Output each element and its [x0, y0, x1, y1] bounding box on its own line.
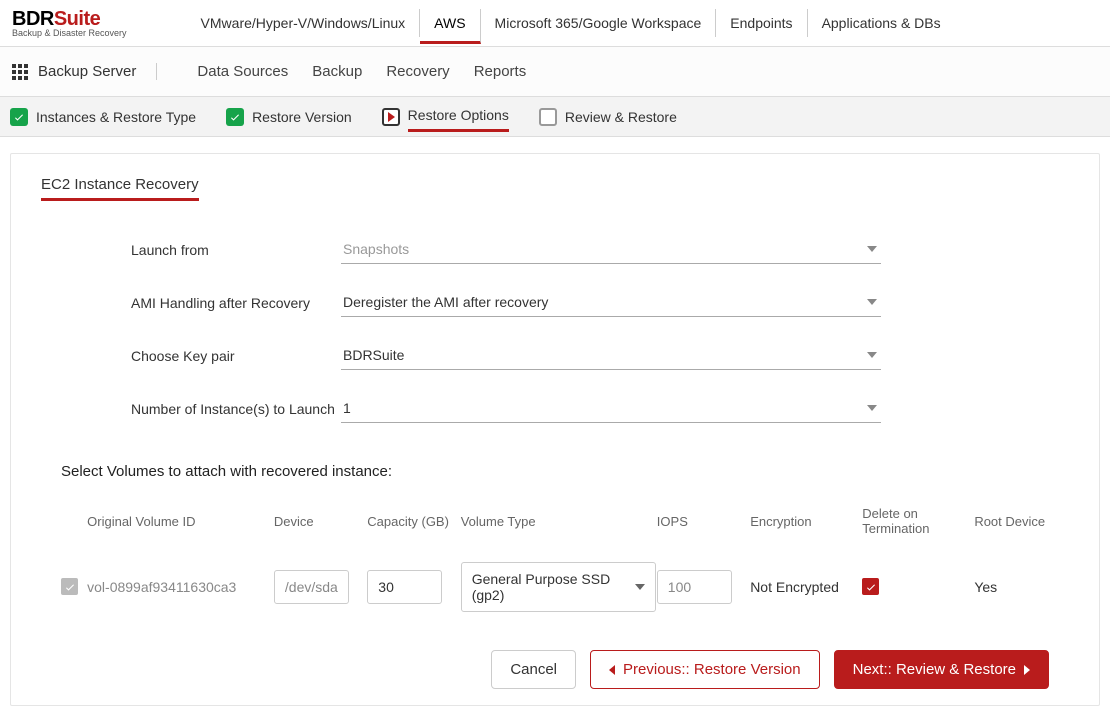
- apps-grid-icon[interactable]: [12, 64, 28, 80]
- select-ami-handling[interactable]: Deregister the AMI after recovery: [341, 288, 881, 317]
- tab-aws[interactable]: AWS: [420, 9, 480, 44]
- nav-reports[interactable]: Reports: [474, 63, 527, 80]
- next-button[interactable]: Next:: Review & Restore: [834, 650, 1049, 689]
- volumes-section-title: Select Volumes to attach with recovered …: [61, 463, 1069, 480]
- content-panel: EC2 Instance Recovery Launch from Snapsh…: [10, 153, 1100, 706]
- tab-apps-dbs[interactable]: Applications & DBs: [808, 9, 955, 37]
- label-keypair: Choose Key pair: [41, 348, 341, 364]
- nav-data-sources[interactable]: Data Sources: [197, 63, 288, 80]
- label-instance-count: Number of Instance(s) to Launch: [41, 401, 341, 417]
- chevron-down-icon: [867, 246, 877, 252]
- button-label: Next:: Review & Restore: [853, 661, 1016, 678]
- table-row: vol-0899af93411630ca3 General Purpose SS…: [41, 544, 1069, 630]
- select-value: General Purpose SSD (gp2): [472, 571, 635, 603]
- empty-box-icon: [539, 108, 557, 126]
- tab-ms365[interactable]: Microsoft 365/Google Workspace: [481, 9, 717, 37]
- th-encryption: Encryption: [750, 514, 862, 529]
- nav-recovery[interactable]: Recovery: [386, 63, 449, 80]
- label-ami-handling: AMI Handling after Recovery: [41, 295, 341, 311]
- step-label: Restore Version: [252, 109, 352, 125]
- top-nav: BDRSuite Backup & Disaster Recovery VMwa…: [0, 0, 1110, 46]
- table-header: Original Volume ID Device Capacity (GB) …: [41, 498, 1069, 544]
- step-restore-version[interactable]: Restore Version: [226, 108, 352, 126]
- row-ami-handling: AMI Handling after Recovery Deregister t…: [41, 276, 1069, 329]
- logo-subtitle: Backup & Disaster Recovery: [12, 28, 127, 38]
- row-keypair: Choose Key pair BDRSuite: [41, 329, 1069, 382]
- row-checkbox[interactable]: [61, 578, 78, 595]
- select-launch-from[interactable]: Snapshots: [341, 235, 881, 264]
- device-input[interactable]: [274, 570, 349, 604]
- cell-volume-id: vol-0899af93411630ca3: [87, 579, 274, 595]
- check-icon: [226, 108, 244, 126]
- tab-vmware[interactable]: VMware/Hyper-V/Windows/Linux: [187, 9, 421, 37]
- step-restore-options[interactable]: Restore Options: [382, 107, 509, 126]
- cancel-button[interactable]: Cancel: [491, 650, 576, 689]
- chevron-down-icon: [867, 299, 877, 305]
- step-review-restore[interactable]: Review & Restore: [539, 108, 677, 126]
- play-icon: [382, 108, 400, 126]
- cell-root-device: Yes: [974, 579, 1049, 595]
- section-title: EC2 Instance Recovery: [41, 176, 199, 201]
- delete-on-termination-checkbox[interactable]: [862, 578, 879, 595]
- chevron-down-icon: [867, 352, 877, 358]
- previous-button[interactable]: Previous:: Restore Version: [590, 650, 820, 689]
- select-value: Snapshots: [343, 241, 409, 257]
- select-instance-count[interactable]: 1: [341, 394, 881, 423]
- volume-type-select[interactable]: General Purpose SSD (gp2): [461, 562, 656, 612]
- backup-server-label[interactable]: Backup Server: [38, 63, 136, 80]
- action-bar: Cancel Previous:: Restore Version Next::…: [41, 630, 1069, 693]
- th-iops: IOPS: [657, 514, 750, 529]
- logo: BDRSuite Backup & Disaster Recovery: [12, 8, 127, 38]
- label-launch-from: Launch from: [41, 242, 341, 258]
- logo-suite: Suite: [54, 8, 100, 30]
- row-instance-count: Number of Instance(s) to Launch 1: [41, 382, 1069, 435]
- select-keypair[interactable]: BDRSuite: [341, 341, 881, 370]
- capacity-input[interactable]: [367, 570, 442, 604]
- check-icon: [10, 108, 28, 126]
- th-device: Device: [274, 514, 367, 529]
- step-label: Restore Options: [408, 107, 509, 132]
- button-label: Previous:: Restore Version: [623, 661, 801, 678]
- wizard-steps: Instances & Restore Type Restore Version…: [0, 97, 1110, 137]
- nav-backup[interactable]: Backup: [312, 63, 362, 80]
- iops-input[interactable]: [657, 570, 732, 604]
- tab-endpoints[interactable]: Endpoints: [716, 9, 807, 37]
- chevron-down-icon: [635, 584, 645, 590]
- chevron-down-icon: [867, 405, 877, 411]
- th-root-device: Root Device: [974, 514, 1049, 529]
- logo-brand: BDR: [12, 8, 54, 30]
- secondary-nav: Backup Server Data Sources Backup Recove…: [0, 46, 1110, 97]
- step-label: Instances & Restore Type: [36, 109, 196, 125]
- arrow-left-icon: [609, 665, 615, 675]
- step-label: Review & Restore: [565, 109, 677, 125]
- select-value: Deregister the AMI after recovery: [343, 294, 548, 310]
- select-value: 1: [343, 400, 351, 416]
- th-volume-id: Original Volume ID: [87, 514, 274, 529]
- row-launch-from: Launch from Snapshots: [41, 223, 1069, 276]
- volumes-table: Original Volume ID Device Capacity (GB) …: [41, 498, 1069, 630]
- select-value: BDRSuite: [343, 347, 404, 363]
- cell-encryption: Not Encrypted: [750, 579, 862, 595]
- step-instances-restore-type[interactable]: Instances & Restore Type: [10, 108, 196, 126]
- arrow-right-icon: [1024, 665, 1030, 675]
- th-capacity: Capacity (GB): [367, 514, 460, 529]
- th-volume-type: Volume Type: [461, 514, 657, 529]
- th-delete-on-termination: Delete on Termination: [862, 506, 974, 536]
